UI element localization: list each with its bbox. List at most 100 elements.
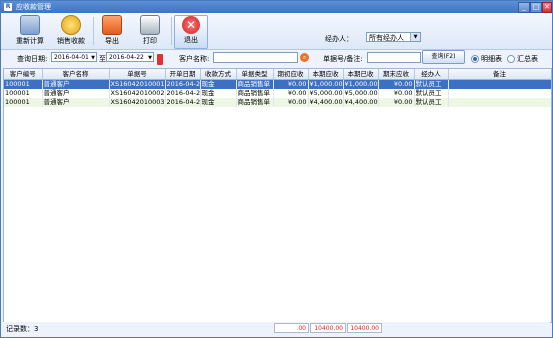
recalculate-label: 重新计算 <box>16 37 44 45</box>
print-icon <box>140 15 160 35</box>
table-row[interactable]: 100001 普通客户 XS16042010001 2016-04-20 现金 … <box>4 79 551 89</box>
column-header[interactable]: 本期已收 <box>343 69 379 80</box>
minimize-button[interactable]: _ <box>518 2 530 13</box>
table-cell: 2016-04-20 <box>165 89 201 98</box>
table-cell: 100001 <box>4 79 43 89</box>
table-cell: 100001 <box>4 98 43 107</box>
table-cell <box>448 89 551 98</box>
window-title: 应收款管理 <box>16 3 51 11</box>
table-cell: ¥1,000.00 <box>308 79 344 89</box>
agent-label: 经办人： <box>325 35 353 43</box>
chevron-down-icon[interactable]: ▼ <box>91 53 95 63</box>
table-cell: 100001 <box>4 89 43 98</box>
agent-select[interactable]: 所有经办人 ▼ <box>366 32 421 42</box>
table-cell: 默认员工 <box>414 79 449 89</box>
chevron-down-icon[interactable]: ▼ <box>148 53 152 63</box>
receipt-icon <box>61 15 81 35</box>
close-button[interactable]: ✕ <box>542 2 552 13</box>
sales-receipt-button[interactable]: 销售收款 <box>55 15 87 47</box>
table-cell: 默认员工 <box>414 98 449 107</box>
column-header[interactable]: 单据号 <box>109 69 166 80</box>
table-cell: 2016-04-20 <box>165 98 201 107</box>
receivables-table[interactable]: 客户编号 客户名称 单据号 开单日期 收款方式 单据类型 期初应收 本期应收 本… <box>3 68 552 323</box>
status-bar: 记录数：3 .00 10400.00 10400.00 <box>3 322 550 335</box>
table-row[interactable]: 100001 普通客户 XS16042010002 2016-04-20 现金 … <box>4 89 551 98</box>
recalculate-button[interactable]: 重新计算 <box>14 15 46 47</box>
table-cell: ¥4,400.00 <box>343 98 379 107</box>
export-label: 导出 <box>105 37 119 45</box>
table-cell: XS16042010001 <box>109 79 166 89</box>
column-header[interactable]: 开单日期 <box>165 69 201 80</box>
summary-radio[interactable] <box>507 55 515 63</box>
date-to-value: 2016-04-22 <box>109 54 144 61</box>
app-icon: R <box>4 3 12 11</box>
table-cell: 2016-04-20 <box>165 79 201 89</box>
print-button[interactable]: 打印 <box>134 15 166 47</box>
table-cell: 现金 <box>200 79 237 89</box>
table-cell: ¥0.00 <box>378 89 415 98</box>
column-header[interactable]: 客户名称 <box>42 69 110 80</box>
toolbar-separator <box>171 17 172 45</box>
customer-label: 客户名称: <box>179 55 210 63</box>
chevron-down-icon[interactable]: ▼ <box>410 33 420 41</box>
query-bar: 查询日期: 2016-04-01 ▼ 至 2016-04-22 ▼ 客户名称: … <box>1 50 552 67</box>
column-header[interactable]: 客户编号 <box>4 69 43 80</box>
table-cell: ¥1,000.00 <box>343 79 379 89</box>
column-header[interactable]: 期初应收 <box>273 69 309 80</box>
search-icon[interactable]: ⌕ <box>300 53 309 62</box>
record-count: 记录数：3 <box>6 325 39 333</box>
table-cell: 商品销售单 <box>236 79 274 89</box>
column-header[interactable]: 收款方式 <box>200 69 237 80</box>
summary-radio-label: 汇总表 <box>517 55 538 63</box>
table-cell <box>448 98 551 107</box>
exit-icon: ✕ <box>182 16 200 34</box>
table-cell: 普通客户 <box>42 98 110 107</box>
export-icon <box>102 15 122 35</box>
query-button[interactable]: 查询(F2) <box>422 50 465 64</box>
detail-radio-label: 明细表 <box>481 55 502 63</box>
maximize-button[interactable]: □ <box>530 2 542 13</box>
exit-button[interactable]: ✕ 退出 <box>174 15 208 49</box>
table-cell: ¥5,000.00 <box>308 89 344 98</box>
table-cell: XS16042010002 <box>109 89 166 98</box>
table-cell: 普通客户 <box>42 89 110 98</box>
table-cell: ¥0.00 <box>273 98 309 107</box>
exit-label: 退出 <box>184 36 198 44</box>
column-header[interactable]: 备注 <box>448 69 551 80</box>
total-received: 10400.00 <box>347 323 382 333</box>
print-label: 打印 <box>143 37 157 45</box>
table-cell: 现金 <box>200 89 237 98</box>
table-cell: ¥4,400.00 <box>308 98 344 107</box>
table-cell: ¥0.00 <box>378 98 415 107</box>
title-bar[interactable]: R 应收款管理 _ □ ✕ <box>1 1 552 13</box>
table-cell: 商品销售单 <box>236 98 274 107</box>
column-header[interactable]: 本期应收 <box>308 69 344 80</box>
table-cell: ¥0.00 <box>273 79 309 89</box>
sales-receipt-label: 销售收款 <box>57 37 85 45</box>
customer-input[interactable] <box>213 52 298 63</box>
table-cell: 普通客户 <box>42 79 110 89</box>
detail-radio[interactable] <box>471 55 479 63</box>
export-button[interactable]: 导出 <box>96 15 128 47</box>
app-window: R 应收款管理 _ □ ✕ 重新计算 销售收款 导出 打印 ✕ 退出 经办人： <box>0 0 553 338</box>
column-header[interactable]: 单据类型 <box>236 69 274 80</box>
total-opening: .00 <box>274 323 309 333</box>
date-to-label: 至 <box>99 55 106 63</box>
column-header[interactable]: 期末应收 <box>378 69 415 80</box>
table-cell: 现金 <box>200 98 237 107</box>
table-cell: ¥0.00 <box>273 89 309 98</box>
table-cell <box>448 79 551 89</box>
calendar-icon[interactable] <box>157 54 163 65</box>
toolbar-separator <box>93 17 94 45</box>
date-from-picker[interactable]: 2016-04-01 ▼ <box>51 52 97 62</box>
table-row[interactable]: 100001 普通客户 XS16042010003 2016-04-20 现金 … <box>4 98 551 107</box>
table-cell: ¥0.00 <box>378 79 415 89</box>
date-to-picker[interactable]: 2016-04-22 ▼ <box>106 52 154 62</box>
table-cell: XS16042010003 <box>109 98 166 107</box>
column-header[interactable]: 经办人 <box>414 69 449 80</box>
table-cell: ¥5,000.00 <box>343 89 379 98</box>
doc-input[interactable] <box>367 52 421 63</box>
total-current: 10400.00 <box>310 323 346 333</box>
agent-select-value: 所有经办人 <box>369 34 404 42</box>
table-cell: 商品销售单 <box>236 89 274 98</box>
